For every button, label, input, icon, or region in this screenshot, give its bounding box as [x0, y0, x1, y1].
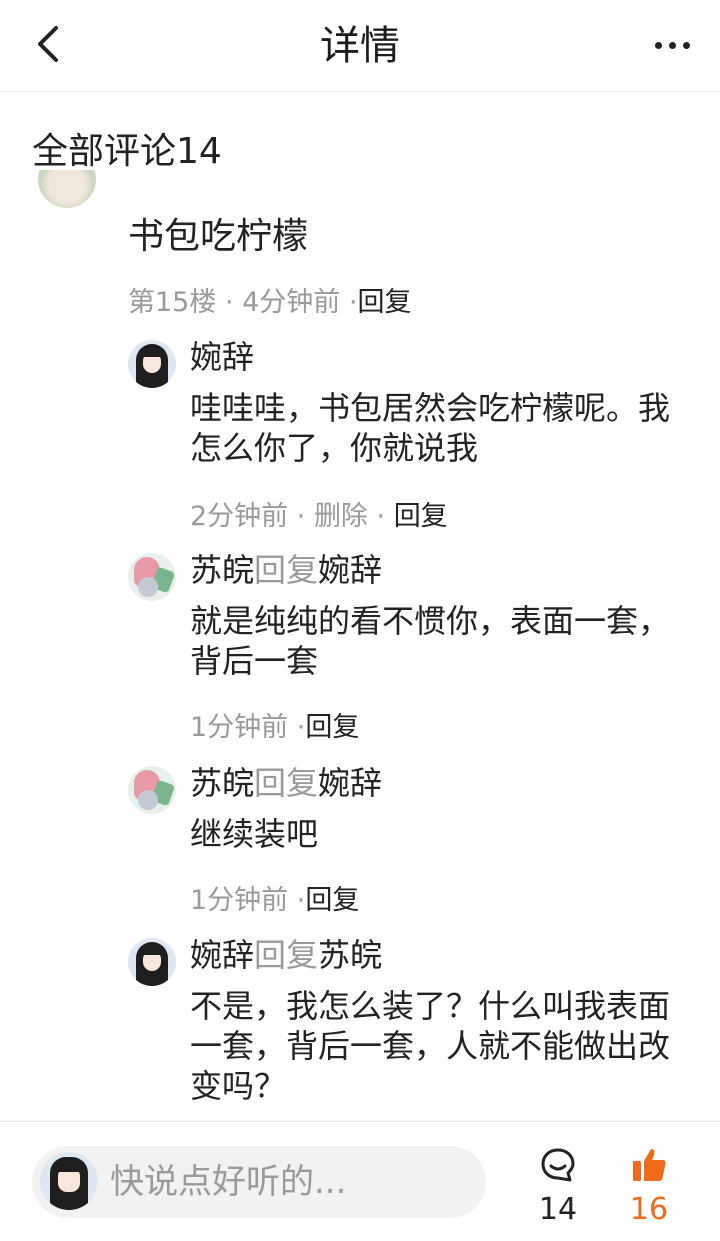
reply-meta: 1分钟前 ·回复: [190, 712, 360, 743]
avatar: [40, 1152, 98, 1210]
reply-button[interactable]: 回复: [357, 287, 411, 318]
main-comment-author[interactable]: 书包吃柠檬: [128, 214, 308, 260]
avatar[interactable]: [128, 938, 176, 986]
reply-item: 婉辞 哇哇哇，书包居然会吃柠檬呢。我怎么你了，你就说我 2分钟前 · 删除 · …: [128, 338, 688, 532]
reply-button[interactable]: 回复: [305, 712, 359, 743]
reply-button[interactable]: 回复: [394, 501, 448, 532]
more-options-button[interactable]: [648, 30, 696, 60]
comment-input[interactable]: 快说点好听的...: [32, 1146, 486, 1218]
comment-input-placeholder: 快说点好听的...: [110, 1162, 347, 1202]
avatar[interactable]: [128, 553, 176, 601]
reply-text: 继续装吧: [190, 815, 319, 853]
reply-target[interactable]: 婉辞: [318, 551, 382, 589]
reply-author[interactable]: 苏皖: [190, 764, 254, 802]
comment-count: 14: [538, 1192, 578, 1227]
comments-button[interactable]: 14: [528, 1142, 588, 1232]
bottom-action-bar: 快说点好听的... 14 16: [0, 1121, 720, 1241]
reply-target[interactable]: 苏皖: [318, 936, 382, 974]
reply-target[interactable]: 婉辞: [318, 764, 382, 802]
reply-author[interactable]: 苏皖: [190, 551, 254, 589]
reply-meta: 1分钟前 ·回复: [190, 885, 360, 916]
reply-text: 就是纯纯的看不惯你，表面一套，背后一套: [190, 602, 671, 680]
more-dots-icon: [654, 41, 662, 49]
reply-header: 婉辞回复苏皖: [190, 936, 383, 974]
floor-label: 第15楼: [128, 287, 217, 318]
main-comment-meta: 第15楼 · 4分钟前 ·回复: [128, 287, 412, 318]
like-button[interactable]: 16: [619, 1142, 679, 1232]
avatar[interactable]: [128, 340, 176, 388]
top-nav-bar: 详情: [0, 0, 720, 92]
reply-header: 苏皖回复婉辞: [190, 551, 383, 589]
reply-meta: 2分钟前 · 删除 · 回复: [190, 501, 448, 532]
reply-item: 苏皖回复婉辞 继续装吧 1分钟前 ·回复: [128, 764, 688, 916]
avatar[interactable]: [128, 766, 176, 814]
comment-bubble-icon: [541, 1148, 575, 1182]
delete-button[interactable]: 删除: [314, 501, 368, 532]
reply-item: 婉辞回复苏皖 不是，我怎么装了？什么叫我表面一套，背后一套，人就不能做出改变吗？: [128, 936, 688, 1118]
reply-text: 不是，我怎么装了？什么叫我表面一套，背后一套，人就不能做出改变吗？: [190, 987, 671, 1105]
reply-item: 苏皖回复婉辞 就是纯纯的看不惯你，表面一套，背后一套 1分钟前 ·回复: [128, 551, 688, 743]
reply-header: 苏皖回复婉辞: [190, 764, 383, 802]
comments-section-title: 全部评论14: [32, 131, 222, 172]
reply-text: 哇哇哇，书包居然会吃柠檬呢。我怎么你了，你就说我: [190, 389, 671, 467]
like-count: 16: [629, 1192, 669, 1227]
reply-author[interactable]: 婉辞: [190, 936, 254, 974]
reply-button[interactable]: 回复: [305, 885, 359, 916]
main-comment-avatar[interactable]: [38, 170, 96, 212]
main-comment-time: 4分钟前: [242, 287, 341, 318]
reply-author[interactable]: 婉辞: [190, 338, 254, 376]
page-title: 详情: [320, 23, 400, 69]
reply-header: 婉辞: [190, 336, 254, 378]
thumbs-up-icon: [633, 1149, 666, 1181]
